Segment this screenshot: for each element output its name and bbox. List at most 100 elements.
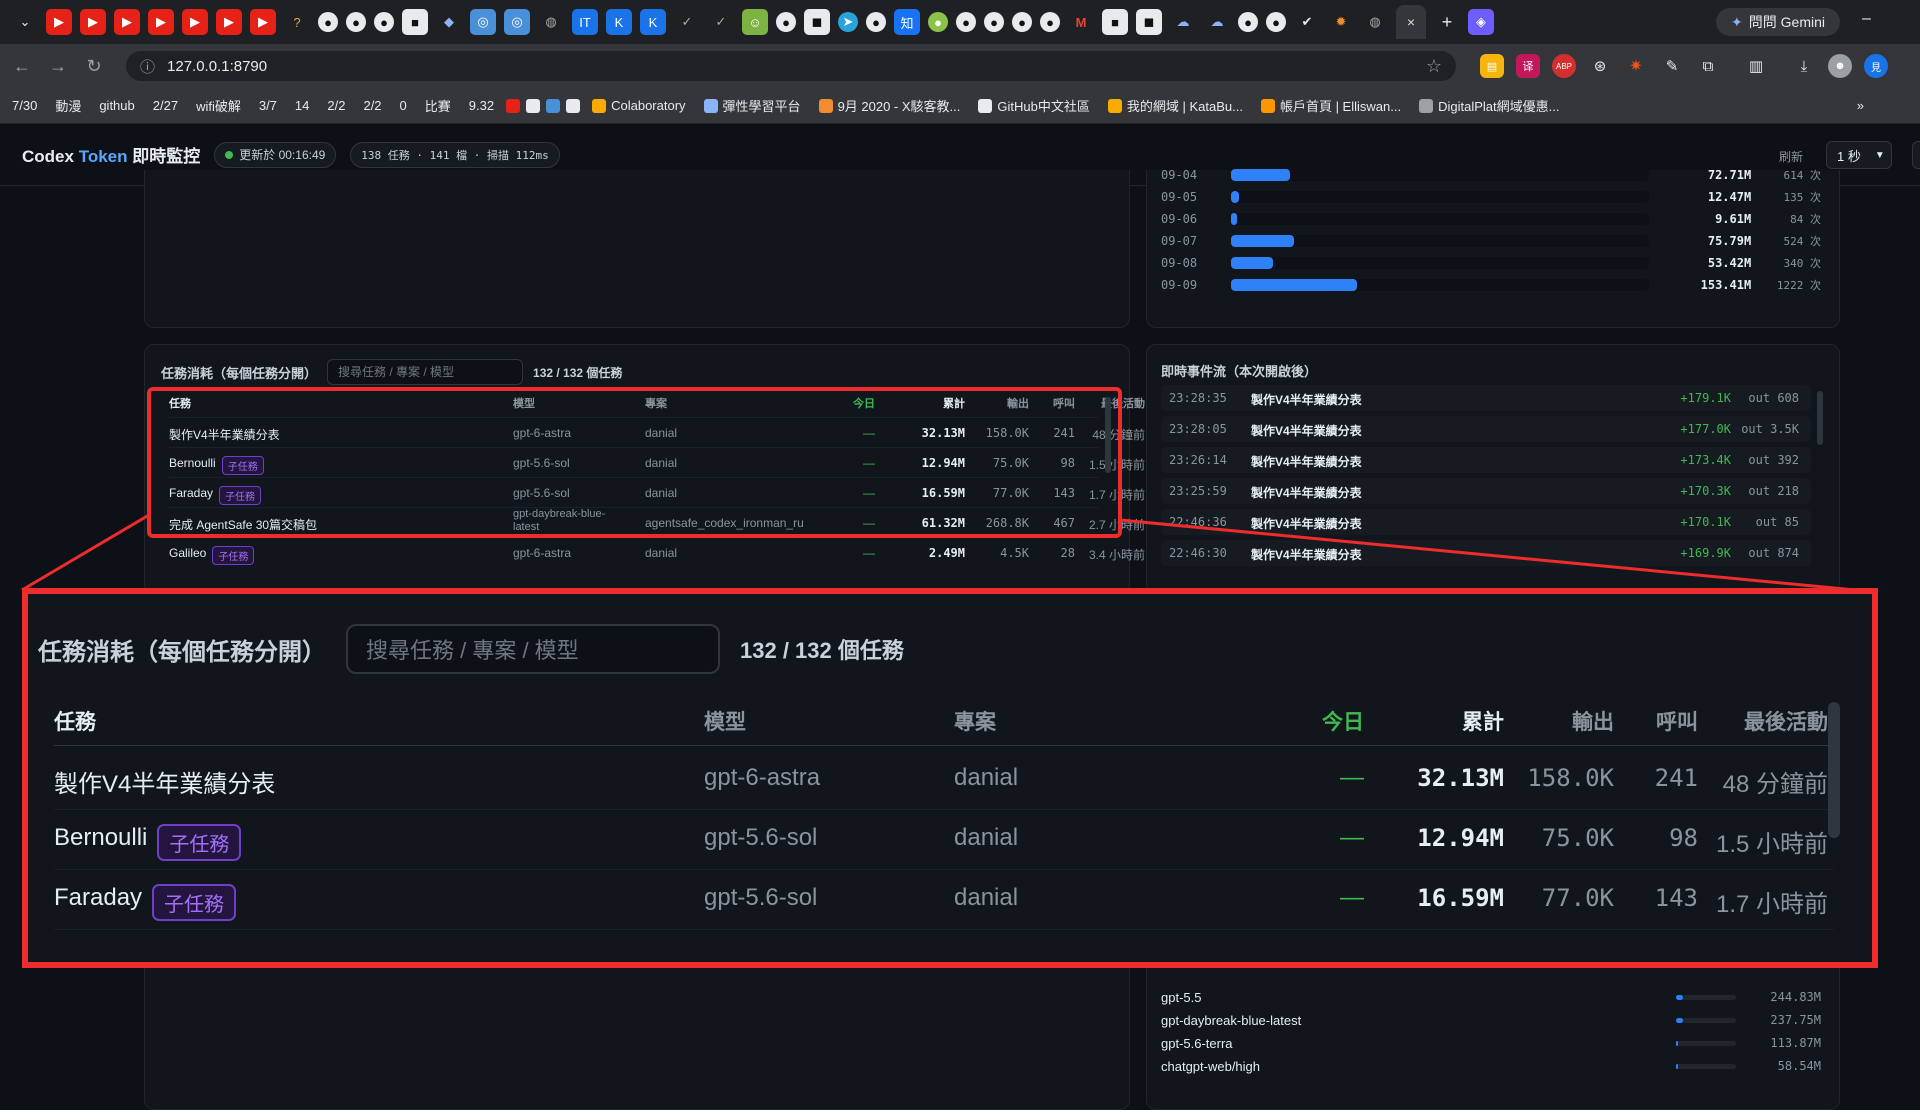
app-tab-icon[interactable]: IT xyxy=(572,9,598,35)
youtube-tab-icon[interactable]: ▶ xyxy=(80,9,106,35)
site-info-icon[interactable]: ⓘ xyxy=(140,56,155,77)
bookmark-favicon-icon[interactable] xyxy=(506,98,521,113)
bookmark-item[interactable]: 0 xyxy=(394,95,413,116)
active-tab-close-button[interactable]: × xyxy=(1396,5,1426,39)
github-tab-icon[interactable]: ● xyxy=(1012,12,1032,32)
bookmarks-overflow-button[interactable]: » xyxy=(1851,95,1870,116)
app-tab-icon[interactable]: ☺ xyxy=(742,9,768,35)
bookmark-item[interactable]: 比賽 xyxy=(419,93,457,118)
close-icon[interactable]: × xyxy=(1407,14,1415,30)
app-tab-icon[interactable]: K xyxy=(606,9,632,35)
app-tab-icon[interactable]: ☁ xyxy=(1170,9,1196,35)
app-tab-icon[interactable]: ☁ xyxy=(1204,9,1230,35)
extension-icon[interactable]: ✎ xyxy=(1660,54,1684,78)
youtube-tab-icon[interactable]: ▶ xyxy=(216,9,242,35)
reload-icon[interactable]: ↻ xyxy=(76,56,112,77)
bookmark-favicon-icon[interactable] xyxy=(526,98,541,113)
extension-icon[interactable]: ▤ xyxy=(1480,54,1504,78)
zoom-scrollbar[interactable] xyxy=(1828,702,1840,838)
bookmark-item[interactable]: 2/2 xyxy=(357,95,387,116)
github-tab-icon[interactable]: ● xyxy=(374,12,394,32)
event-row[interactable]: 23:28:35 製作V4半年業績分表 +179.1K out 608 xyxy=(1161,385,1811,411)
app-tab-icon[interactable]: ◈ xyxy=(1468,9,1494,35)
new-tab-button[interactable]: + xyxy=(1434,9,1460,35)
github-tab-icon[interactable]: ● xyxy=(318,12,338,32)
app-tab-icon[interactable]: ✓ xyxy=(674,9,700,35)
extension-icon[interactable]: 译 xyxy=(1516,54,1540,78)
app-tab-icon[interactable]: ✹ xyxy=(1328,9,1354,35)
app-tab-icon[interactable]: ◼ xyxy=(1136,9,1162,35)
github-tab-icon[interactable]: ● xyxy=(346,12,366,32)
zoom-table-row[interactable]: Faraday 子任務 gpt-5.6-sol danial — 16.59M 77.0K 1… xyxy=(54,870,1834,930)
app-tab-icon[interactable]: ◎ xyxy=(504,9,530,35)
app-tab-icon[interactable]: ◆ xyxy=(436,9,462,35)
profile-button[interactable]: 見 xyxy=(1864,54,1888,78)
telegram-tab-icon[interactable]: ➤ xyxy=(838,12,858,32)
bookmark-item[interactable]: 我的網域 | KataBu... xyxy=(1102,93,1249,118)
forward-arrow-icon[interactable]: → xyxy=(40,56,76,77)
event-row[interactable]: 23:25:59 製作V4半年業績分表 +170.3K out 218 xyxy=(1161,478,1811,504)
app-tab-icon[interactable]: ◼ xyxy=(804,9,830,35)
event-row[interactable]: 23:26:14 製作V4半年業績分表 +173.4K out 392 xyxy=(1161,447,1811,473)
github-tab-icon[interactable]: ● xyxy=(956,12,976,32)
zoom-col-output[interactable]: 輸出 xyxy=(1504,706,1614,736)
bookmark-item[interactable]: DigitalPlat網域優惠... xyxy=(1413,93,1565,118)
header-action-button[interactable] xyxy=(1912,141,1920,169)
zhihu-tab-icon[interactable]: 知 xyxy=(894,9,920,35)
zoom-col-today[interactable]: 今日 xyxy=(1274,706,1364,736)
bookmark-item[interactable]: GitHub中文社區 xyxy=(972,93,1095,118)
github-tab-icon[interactable]: ● xyxy=(1238,12,1258,32)
back-arrow-icon[interactable]: ← xyxy=(4,56,40,77)
youtube-tab-icon[interactable]: ▶ xyxy=(250,9,276,35)
gmail-tab-icon[interactable]: M xyxy=(1068,9,1094,35)
app-tab-icon[interactable]: ◎ xyxy=(470,9,496,35)
app-tab-icon[interactable]: ✔ xyxy=(1294,9,1320,35)
bookmark-favicon-icon[interactable] xyxy=(566,98,581,113)
zoom-table-row[interactable]: 製作V4半年業績分表 gpt-6-astra danial — 32.13M 158.0K… xyxy=(54,750,1834,810)
zoom-col-project[interactable]: 專案 xyxy=(954,706,996,736)
event-row[interactable]: 23:28:05 製作V4半年業績分表 +177.0K out 3.5K xyxy=(1161,416,1811,442)
youtube-tab-icon[interactable]: ▶ xyxy=(46,9,72,35)
youtube-tab-icon[interactable]: ▶ xyxy=(182,9,208,35)
zoom-task-search-input[interactable]: 搜尋任務 / 專案 / 模型 xyxy=(346,624,720,674)
github-tab-icon[interactable]: ● xyxy=(776,12,796,32)
tab-search-chevron-icon[interactable]: ⌄ xyxy=(12,9,38,35)
app-tab-icon[interactable]: ✓ xyxy=(708,9,734,35)
sidebar-icon[interactable]: ▥ xyxy=(1744,54,1768,78)
globe-tab-icon[interactable]: ◍ xyxy=(1362,9,1388,35)
table-row[interactable]: Galileo 子任務 gpt-6-astra danial — 2.49M 4.5K 28 3… xyxy=(169,537,1145,567)
bookmark-item[interactable]: 9月 2020 - X駭客教... xyxy=(813,93,967,118)
bookmark-item[interactable]: 動漫 xyxy=(49,93,87,118)
zoom-col-last-activity[interactable]: 最後活動 xyxy=(1698,706,1828,736)
openai-icon[interactable]: ⊛ xyxy=(1588,54,1612,78)
github-tab-icon[interactable]: ● xyxy=(866,12,886,32)
profile-avatar[interactable]: ☻ xyxy=(1828,54,1852,78)
bookmark-item[interactable]: 9.32 xyxy=(463,95,500,116)
bookmark-item[interactable]: github xyxy=(93,95,140,116)
app-tab-icon[interactable]: ■ xyxy=(402,9,428,35)
globe-tab-icon[interactable]: ◍ xyxy=(538,9,564,35)
github-tab-icon[interactable]: ● xyxy=(984,12,1004,32)
app-tab-icon[interactable]: ● xyxy=(928,12,948,32)
github-tab-icon[interactable]: ● xyxy=(1266,12,1286,32)
zoom-col-task[interactable]: 任務 xyxy=(54,706,96,736)
zoom-col-total[interactable]: 累計 xyxy=(1364,706,1504,736)
task-search-input[interactable] xyxy=(327,359,524,385)
bookmark-item[interactable]: 14 xyxy=(289,95,315,116)
extensions-puzzle-icon[interactable]: ⧉ xyxy=(1696,54,1720,78)
bookmark-item[interactable]: Colaboratory xyxy=(586,95,691,116)
app-tab-icon[interactable]: K xyxy=(640,9,666,35)
zoom-col-model[interactable]: 模型 xyxy=(704,706,746,736)
bookmark-item[interactable]: 帳戶首頁 | Elliswan... xyxy=(1255,93,1407,118)
adblock-icon[interactable]: ABP xyxy=(1552,54,1576,78)
zoom-col-calls[interactable]: 呼叫 xyxy=(1614,706,1698,736)
github-tab-icon[interactable]: ● xyxy=(1040,12,1060,32)
bookmark-star-icon[interactable]: ☆ xyxy=(1426,56,1442,77)
bookmark-favicon-icon[interactable] xyxy=(546,98,561,113)
address-bar[interactable]: ⓘ 127.0.0.1:8790 ☆ xyxy=(126,51,1456,81)
plus-icon[interactable]: + xyxy=(1442,12,1453,33)
hook-tab-icon[interactable]: ? xyxy=(284,9,310,35)
extension-icon[interactable]: ✷ xyxy=(1624,54,1648,78)
bookmark-item[interactable]: 2/27 xyxy=(147,95,184,116)
bookmark-item[interactable]: 2/2 xyxy=(321,95,351,116)
